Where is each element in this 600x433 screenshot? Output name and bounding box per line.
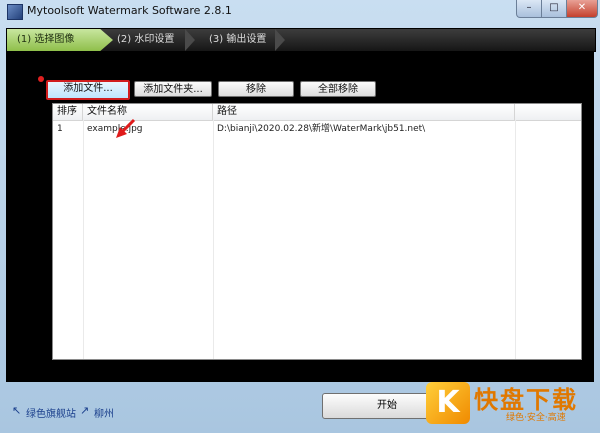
row-path: D:\bianji\2020.02.28\新增\WaterMark\jb51.n… — [217, 124, 426, 134]
logo-k-icon: K — [426, 382, 470, 424]
window-frame: Mytoolsoft Watermark Software 2.8.1 – □ … — [0, 0, 600, 433]
step-select-images[interactable]: (1) 选择图像 — [7, 29, 113, 51]
column-divider — [213, 120, 214, 359]
logo-subtitle: 绿色·安全·高速 — [506, 413, 566, 423]
row-order: 1 — [57, 124, 63, 134]
step-separator — [185, 29, 197, 51]
column-path[interactable]: 路径 — [213, 104, 515, 120]
link-arrow-icon: ↗ — [80, 404, 90, 417]
remove-button[interactable]: 移除 — [218, 81, 294, 97]
file-list[interactable]: 排序 文件名称 路径 1 example.jpg D:\bianji\2020.… — [52, 103, 582, 360]
column-filename[interactable]: 文件名称 — [83, 104, 213, 120]
liuzhou-link[interactable]: 柳州 — [94, 405, 114, 420]
annotation-dot — [38, 76, 44, 82]
app-icon — [7, 4, 23, 20]
window-title: Mytoolsoft Watermark Software 2.8.1 — [27, 4, 232, 17]
step-separator — [275, 29, 287, 51]
maximize-button[interactable]: □ — [541, 0, 567, 18]
red-arrow-icon — [116, 118, 136, 138]
column-divider — [515, 120, 516, 359]
remove-all-button[interactable]: 全部移除 — [300, 81, 376, 97]
minimize-button[interactable]: – — [516, 0, 542, 18]
close-button[interactable]: ✕ — [566, 0, 598, 18]
link-arrow-icon: ↖ — [12, 404, 22, 417]
column-divider — [83, 120, 84, 359]
add-file-button[interactable]: 添加文件... — [46, 80, 130, 100]
row-filename: example.jpg — [87, 124, 143, 134]
title-bar: Mytoolsoft Watermark Software 2.8.1 – □ … — [0, 0, 600, 22]
step-bar: (1) 选择图像 (2) 水印设置 (3) 输出设置 — [6, 28, 596, 52]
green-flagship-link[interactable]: 绿色旗舰站 — [26, 405, 76, 420]
column-order[interactable]: 排序 — [53, 104, 83, 120]
watermark-logo: K 快盘下载 绿色·安全·高速 — [426, 376, 596, 428]
add-folder-button[interactable]: 添加文件夹... — [134, 81, 212, 97]
